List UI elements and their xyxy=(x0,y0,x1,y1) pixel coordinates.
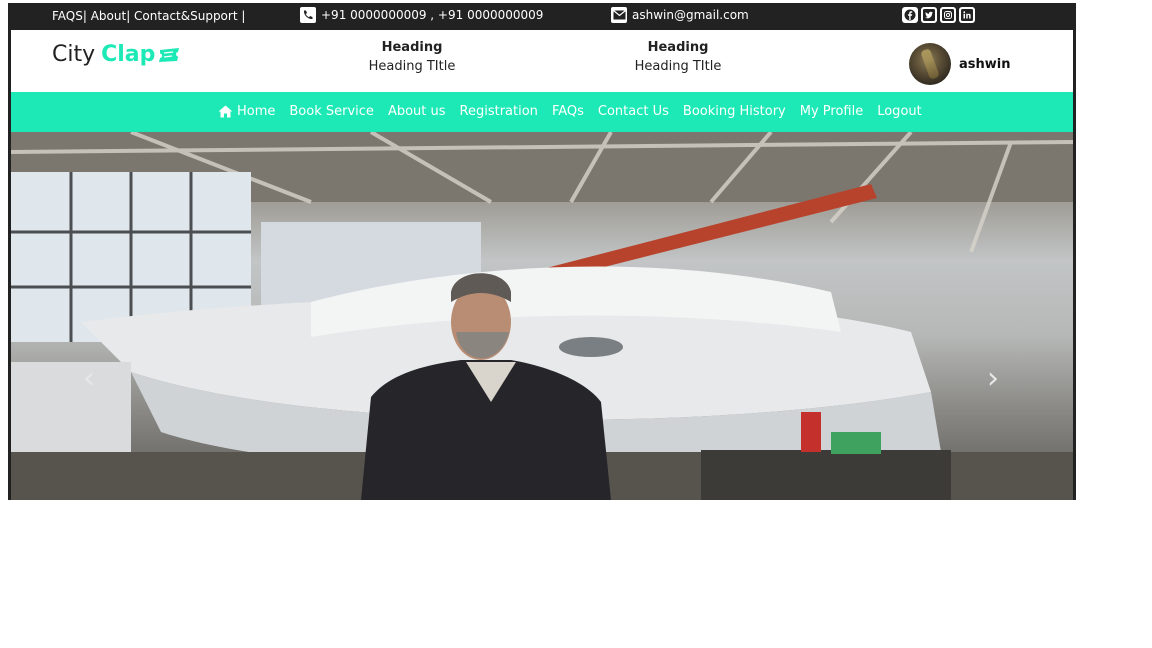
header-heading: Heading xyxy=(647,40,709,55)
email-address[interactable]: ashwin@gmail.com xyxy=(632,8,749,22)
nav-label: Contact Us xyxy=(597,104,669,119)
nav-item-about-us[interactable]: About us xyxy=(388,104,446,119)
nav-item-home[interactable]: Home xyxy=(218,104,275,119)
nav-label: Logout xyxy=(877,104,922,119)
email-contact: ashwin@gmail.com xyxy=(611,7,749,23)
nav-label: My Profile xyxy=(799,104,864,119)
top-bar: FAQS| About| Contact&Support | +91 00000… xyxy=(8,3,1076,30)
nav-item-contact-us[interactable]: Contact Us xyxy=(598,104,669,119)
nav-item-logout[interactable]: Logout xyxy=(877,104,922,119)
logo-city-text: City xyxy=(52,42,96,67)
header-title: Heading TItle xyxy=(368,59,456,74)
phone-contact: +91 0000000009 , +91 0000000009 xyxy=(300,7,543,23)
header-heading: Heading xyxy=(381,40,443,55)
header-column-2: Heading Heading TItle xyxy=(623,40,733,74)
logo-clap-text: Clap xyxy=(101,42,156,67)
social-links xyxy=(902,7,975,23)
nav-item-book-service[interactable]: Book Service xyxy=(289,104,374,119)
header-title: Heading TItle xyxy=(634,59,722,74)
facebook-icon[interactable] xyxy=(902,7,918,23)
avatar[interactable] xyxy=(909,43,951,85)
twitter-icon[interactable] xyxy=(921,7,937,23)
nav-item-booking-history[interactable]: Booking History xyxy=(683,104,786,119)
instagram-icon[interactable] xyxy=(940,7,956,23)
user-profile[interactable]: ashwin xyxy=(909,43,1011,85)
hero-image xyxy=(11,132,1073,500)
nav-label: Home xyxy=(237,104,276,119)
header-column-1: Heading Heading TItle xyxy=(357,40,467,74)
page-frame: FAQS| About| Contact&Support | +91 00000… xyxy=(8,3,1076,500)
ticket-icon xyxy=(159,47,180,62)
phone-icon xyxy=(300,7,316,23)
envelope-icon xyxy=(611,7,627,23)
home-icon xyxy=(218,105,233,118)
top-links[interactable]: FAQS| About| Contact&Support | xyxy=(52,9,245,23)
site-logo[interactable]: City Clap xyxy=(52,42,181,67)
nav-item-my-profile[interactable]: My Profile xyxy=(800,104,863,119)
nav-label: FAQs xyxy=(551,104,584,119)
hero-carousel[interactable]: ‹ › xyxy=(11,132,1073,500)
phone-numbers: +91 0000000009 , +91 0000000009 xyxy=(321,8,544,22)
nav-label: About us xyxy=(387,104,446,119)
carousel-prev-icon[interactable]: ‹ xyxy=(83,364,95,394)
site-header: City Clap Heading Heading TItle Heading … xyxy=(11,30,1073,92)
nav-label: Book Service xyxy=(289,104,374,119)
nav-item-registration[interactable]: Registration xyxy=(460,104,538,119)
nav-label: Registration xyxy=(459,104,538,119)
linkedin-icon[interactable] xyxy=(959,7,975,23)
nav-item-faqs[interactable]: FAQs xyxy=(552,104,584,119)
user-name: ashwin xyxy=(959,56,1011,72)
carousel-next-icon[interactable]: › xyxy=(987,364,999,394)
nav-label: Booking History xyxy=(682,104,786,119)
main-nav: Home Book Service About us Registration … xyxy=(11,92,1073,132)
